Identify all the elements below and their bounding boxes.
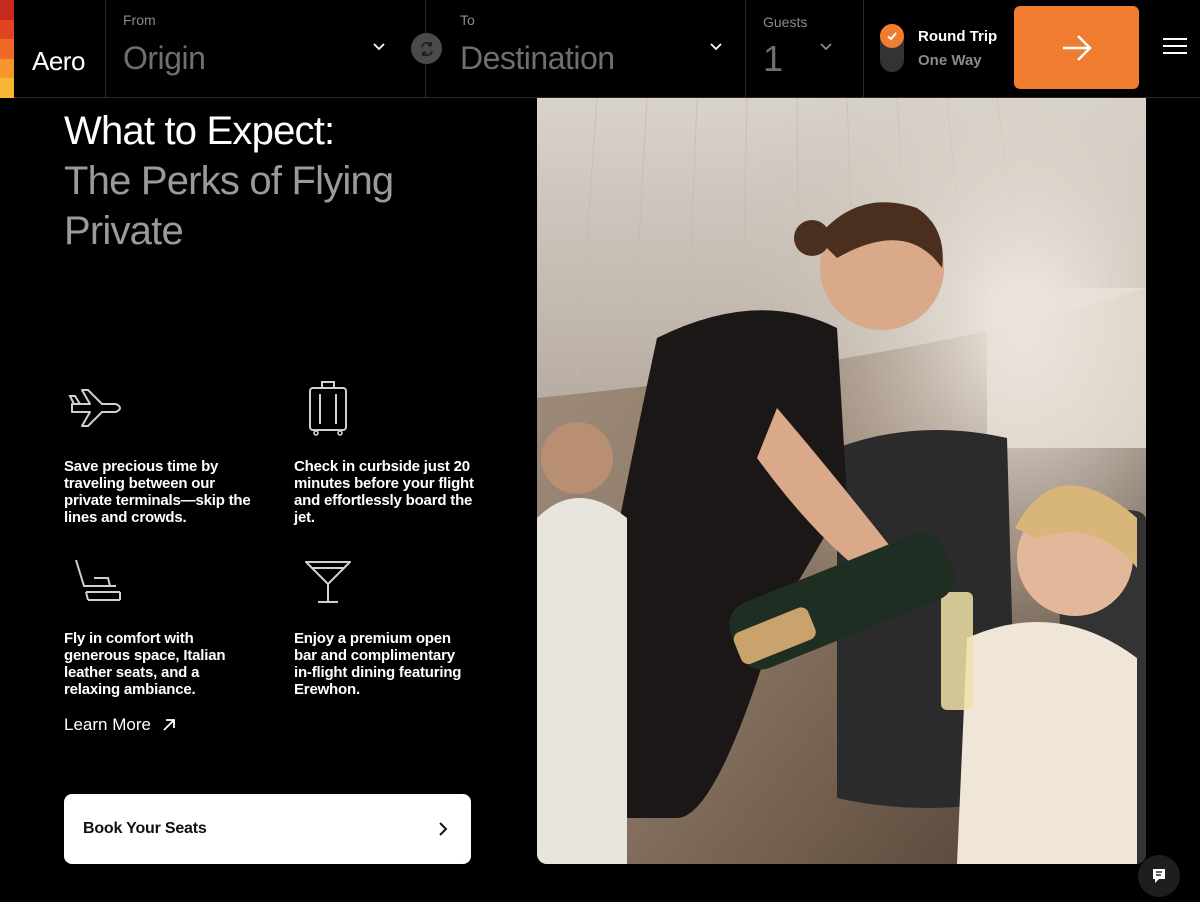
arrow-up-right-icon: [163, 719, 175, 731]
chat-icon: [1153, 869, 1165, 883]
trip-toggle-track[interactable]: [880, 24, 904, 72]
origin-label: From: [123, 12, 156, 28]
stripe-5: [0, 78, 14, 98]
origin-value: Origin: [123, 40, 206, 76]
chevron-down-icon: [820, 43, 832, 51]
cocktail-icon: [305, 561, 351, 603]
trip-round-option[interactable]: Round Trip: [918, 28, 997, 45]
menu-icon-bar: [1163, 45, 1187, 47]
feature-item: Enjoy a premium open bar and complimenta…: [294, 556, 474, 698]
guests-field[interactable]: Guests 1: [746, 0, 864, 98]
seat-icon: [75, 559, 121, 601]
book-seats-button[interactable]: Book Your Seats: [64, 794, 471, 864]
destination-value: Destination: [460, 40, 615, 76]
stripe-2: [0, 19, 14, 40]
feature-text: Save precious time by traveling between …: [64, 458, 251, 526]
destination-label: To: [460, 12, 475, 28]
stripe-1: [0, 0, 14, 20]
feature-item: Check in curbside just 20 minutes before…: [294, 380, 474, 526]
cabin-photo: [537, 98, 1146, 864]
plane-icon: [68, 389, 121, 427]
arrow-right-icon: [1062, 34, 1092, 61]
check-icon: [880, 24, 904, 48]
luggage-icon: [309, 381, 347, 436]
learn-more-link[interactable]: Learn More: [64, 715, 177, 735]
search-submit-button[interactable]: [1014, 6, 1139, 89]
logo[interactable]: Aero: [14, 0, 106, 98]
guests-label: Guests: [763, 14, 808, 30]
guests-value: 1: [763, 38, 783, 79]
chat-button[interactable]: [1138, 855, 1180, 897]
chevron-down-icon: [710, 43, 722, 51]
chevron-right-icon: [439, 822, 448, 836]
trip-type-toggle[interactable]: Round Trip One Way: [864, 0, 1014, 98]
menu-icon-bar: [1163, 52, 1187, 54]
section-subtitle: The Perks of Flying Private: [64, 159, 394, 253]
learn-more-label: Learn More: [64, 715, 151, 734]
feature-item: Fly in comfort with generous space, Ital…: [64, 556, 244, 698]
section-title: What to Expect:: [64, 109, 335, 153]
feature-text: Enjoy a premium open bar and complimenta…: [294, 630, 462, 698]
stripe-4: [0, 58, 14, 79]
origin-field[interactable]: From Origin: [106, 0, 426, 98]
menu-button[interactable]: [1163, 38, 1187, 58]
cabin-photo-illustration: [537, 98, 1146, 864]
feature-item: Save precious time by traveling between …: [64, 380, 251, 526]
feature-text: Check in curbside just 20 minutes before…: [294, 458, 474, 526]
stripe-3: [0, 39, 14, 59]
logo-text: Aero: [32, 46, 85, 76]
swap-button[interactable]: [411, 33, 442, 64]
swap-icon: [420, 41, 433, 56]
page: Aero From Origin To Destination Guests 1: [0, 0, 1200, 902]
brand-stripe: [0, 0, 14, 98]
trip-oneway-option[interactable]: One Way: [918, 52, 982, 69]
feature-text: Fly in comfort with generous space, Ital…: [64, 630, 226, 698]
book-seats-label: Book Your Seats: [83, 820, 207, 837]
destination-field[interactable]: To Destination: [426, 0, 746, 98]
menu-icon-bar: [1163, 38, 1187, 40]
chevron-down-icon: [373, 43, 385, 51]
